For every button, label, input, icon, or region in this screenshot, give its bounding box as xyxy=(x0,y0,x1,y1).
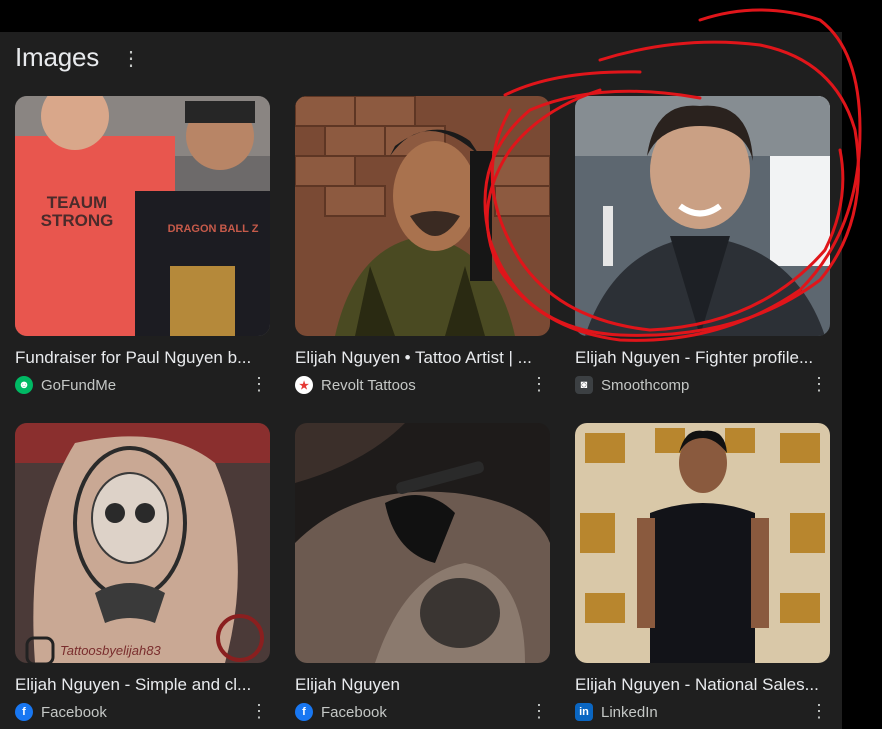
source-name[interactable]: Smoothcomp xyxy=(601,377,689,394)
photo-fundraiser: TEAUM STRONG DRAGON BALL Z xyxy=(15,96,270,336)
result-caption[interactable]: Fundraiser for Paul Nguyen b... xyxy=(15,348,265,368)
image-result-card[interactable]: Elijah Nguyen - National Sales... in Lin… xyxy=(575,423,830,722)
result-caption[interactable]: Elijah Nguyen xyxy=(295,675,545,695)
result-more-icon[interactable]: ⋮ xyxy=(250,700,268,722)
source-name[interactable]: LinkedIn xyxy=(601,704,658,721)
image-thumbnail[interactable] xyxy=(295,423,550,663)
image-result-card[interactable]: TEAUM STRONG DRAGON BALL Z Fundraiser fo… xyxy=(15,96,270,395)
photo-tattoo-artist xyxy=(295,96,550,336)
result-source[interactable]: f Facebook ⋮ xyxy=(295,700,550,722)
facebook-icon: f xyxy=(15,703,33,721)
result-more-icon[interactable]: ⋮ xyxy=(530,700,548,722)
facebook-icon: f xyxy=(295,703,313,721)
result-source[interactable]: ◙ Smoothcomp ⋮ xyxy=(575,373,830,395)
image-result-card[interactable]: Elijah Nguyen - Fighter profile... ◙ Smo… xyxy=(575,96,830,395)
image-thumbnail[interactable] xyxy=(575,423,830,663)
photo-skull-tattoo: Tattoosbyelijah83 xyxy=(15,423,270,663)
shirt-text-dbz: DRAGON BALL Z xyxy=(168,223,259,235)
image-result-card[interactable]: Tattoosbyelijah83 Elijah Nguyen - Simple… xyxy=(15,423,270,722)
result-caption[interactable]: Elijah Nguyen - Simple and cl... xyxy=(15,675,265,695)
revolt-tattoos-icon: ★ xyxy=(295,376,313,394)
result-caption[interactable]: Elijah Nguyen • Tattoo Artist | ... xyxy=(295,348,545,368)
linkedin-icon: in xyxy=(575,703,593,721)
source-name[interactable]: Facebook xyxy=(321,704,387,721)
tattoo-watermark-text: Tattoosbyelijah83 xyxy=(60,643,161,658)
result-source[interactable]: in LinkedIn ⋮ xyxy=(575,700,830,722)
result-caption[interactable]: Elijah Nguyen - Fighter profile... xyxy=(575,348,825,368)
result-more-icon[interactable]: ⋮ xyxy=(250,373,268,395)
result-more-icon[interactable]: ⋮ xyxy=(530,373,548,395)
shirt-text-line2: STRONG xyxy=(41,211,114,230)
image-result-card[interactable]: Elijah Nguyen f Facebook ⋮ xyxy=(295,423,550,722)
source-name[interactable]: GoFundMe xyxy=(41,377,116,394)
shirt-text-line1: TEAUM xyxy=(47,193,107,212)
source-name[interactable]: Facebook xyxy=(41,704,107,721)
photo-tattooing-process xyxy=(295,423,550,663)
result-more-icon[interactable]: ⋮ xyxy=(810,373,828,395)
image-thumbnail[interactable]: Tattoosbyelijah83 xyxy=(15,423,270,663)
result-source[interactable]: ★ Revolt Tattoos ⋮ xyxy=(295,373,550,395)
result-source[interactable]: ☻ GoFundMe ⋮ xyxy=(15,373,270,395)
result-more-icon[interactable]: ⋮ xyxy=(810,700,828,722)
photo-fighter-profile xyxy=(575,96,830,336)
smoothcomp-icon: ◙ xyxy=(575,376,593,394)
images-section-title: Images xyxy=(15,42,100,72)
result-source[interactable]: f Facebook ⋮ xyxy=(15,700,270,722)
more-vert-icon[interactable]: ⋮ xyxy=(121,47,141,71)
image-thumbnail[interactable] xyxy=(575,96,830,336)
image-result-card[interactable]: Elijah Nguyen • Tattoo Artist | ... ★ Re… xyxy=(295,96,550,395)
result-caption[interactable]: Elijah Nguyen - National Sales... xyxy=(575,675,825,695)
photo-national-sales xyxy=(575,423,830,663)
gofundme-icon: ☻ xyxy=(15,376,33,394)
source-name[interactable]: Revolt Tattoos xyxy=(321,377,416,394)
image-thumbnail[interactable] xyxy=(295,96,550,336)
image-thumbnail[interactable]: TEAUM STRONG DRAGON BALL Z xyxy=(15,96,270,336)
